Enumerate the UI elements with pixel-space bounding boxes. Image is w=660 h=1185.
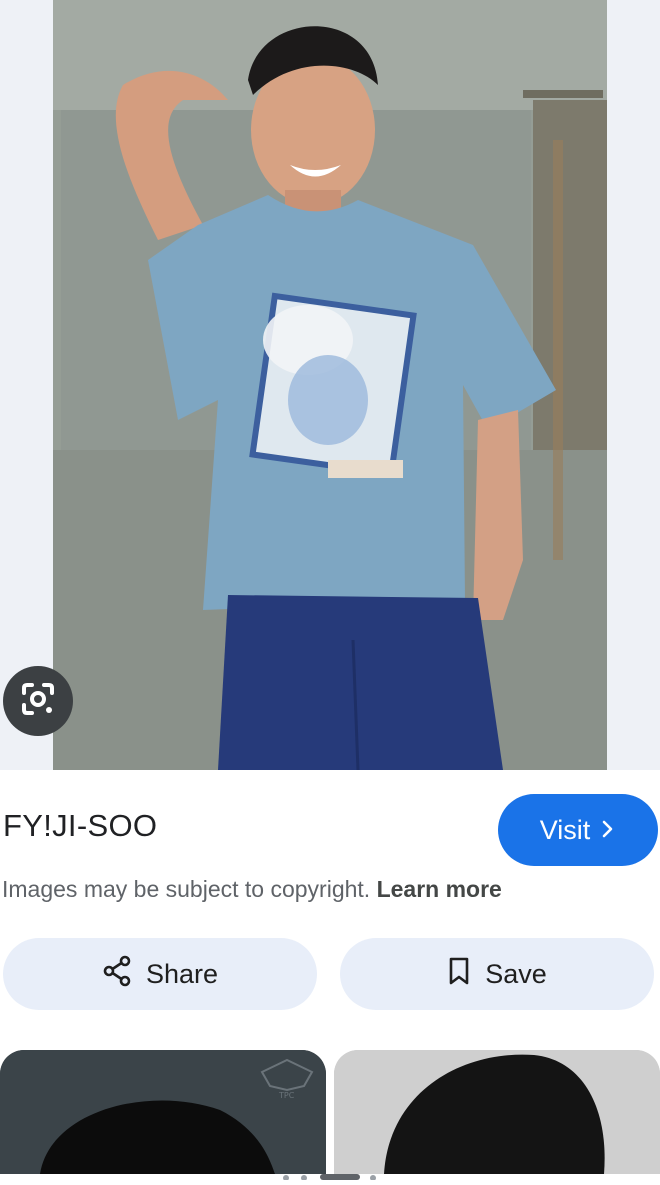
copyright-notice: Images may be subject to copyright. Lear… <box>2 876 502 903</box>
related-image-1: TPC <box>0 1050 326 1174</box>
google-lens-button[interactable] <box>3 666 73 736</box>
learn-more-link[interactable]: Learn more <box>377 876 502 902</box>
source-row: FY!JI-SOO Visit <box>0 794 660 866</box>
man-in-blue-tshirt-photo <box>53 0 607 770</box>
related-image-2 <box>334 1050 660 1174</box>
share-label: Share <box>145 958 219 989</box>
visit-button-label: Visit <box>539 814 591 845</box>
page-indicator <box>280 1167 380 1181</box>
main-image[interactable] <box>53 0 607 770</box>
bookmark-icon <box>447 956 471 993</box>
image-preview <box>0 0 660 770</box>
share-icon <box>102 955 132 994</box>
save-button[interactable]: Save <box>340 938 654 1010</box>
share-button[interactable]: Share <box>3 938 317 1010</box>
watermark-text: TPC <box>278 1091 295 1100</box>
google-lens-icon <box>18 679 58 724</box>
chevron-right-icon <box>600 815 616 846</box>
source-title[interactable]: FY!JI-SOO <box>3 808 157 844</box>
copyright-text: Images may be subject to copyright. <box>2 876 371 902</box>
save-label: Save <box>485 958 547 989</box>
related-image-thumbnail[interactable]: TPC <box>0 1050 326 1174</box>
visit-button[interactable]: Visit <box>498 794 658 866</box>
related-image-thumbnail[interactable] <box>334 1050 660 1174</box>
